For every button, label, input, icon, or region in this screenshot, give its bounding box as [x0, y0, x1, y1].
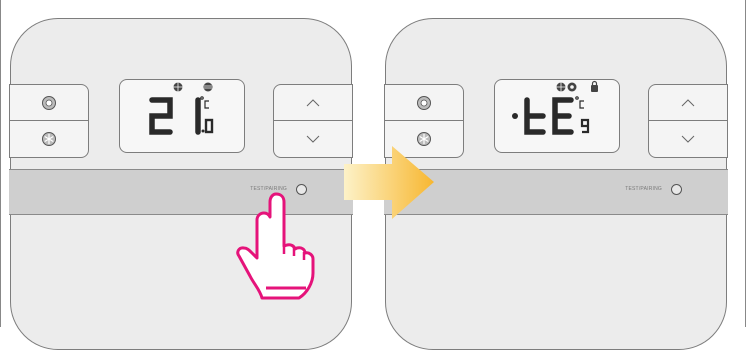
degree-c-label — [575, 96, 584, 109]
test-pairing-label: TEST/PAIRING — [625, 186, 662, 192]
arrow-button-stack — [648, 84, 728, 158]
lcd-display — [119, 79, 245, 153]
chevron-down-icon — [681, 135, 695, 143]
calendar-icon — [203, 82, 213, 92]
test-pairing-button[interactable] — [671, 184, 682, 195]
right-frame-line — [745, 0, 746, 327]
degree-c-label — [200, 96, 209, 109]
left-frame-line — [0, 0, 1, 327]
decimal-digit — [204, 118, 214, 134]
letter-t — [524, 97, 546, 135]
mode-button-stack — [9, 84, 89, 158]
settings-icon — [567, 82, 577, 92]
increase-button[interactable] — [649, 85, 727, 121]
globe-icon — [556, 82, 566, 92]
arrow-button-stack — [273, 84, 353, 158]
chevron-up-icon — [681, 98, 695, 106]
snowflake-icon — [417, 131, 431, 146]
thermostat-before: TEST/PAIRING — [9, 18, 353, 350]
indicator-dot — [512, 113, 518, 119]
sun-icon — [417, 95, 431, 110]
right-arrow-icon — [344, 146, 434, 219]
decrease-button[interactable] — [274, 121, 352, 156]
sun-icon — [42, 95, 56, 110]
digit-2 — [149, 97, 173, 135]
globe-icon — [173, 82, 183, 92]
lcd-display — [494, 79, 620, 153]
pointing-hand-icon — [236, 192, 315, 300]
increase-button[interactable] — [274, 85, 352, 121]
letter-e — [552, 97, 574, 135]
lock-icon — [591, 80, 598, 92]
snowflake-icon — [42, 131, 56, 146]
comfort-mode-button[interactable] — [385, 85, 463, 121]
decrease-button[interactable] — [649, 121, 727, 156]
chevron-down-icon — [306, 135, 320, 143]
chevron-up-icon — [306, 98, 320, 106]
sub-digit-9 — [580, 118, 590, 134]
comfort-mode-button[interactable] — [10, 85, 88, 121]
eco-mode-button[interactable] — [10, 121, 88, 156]
